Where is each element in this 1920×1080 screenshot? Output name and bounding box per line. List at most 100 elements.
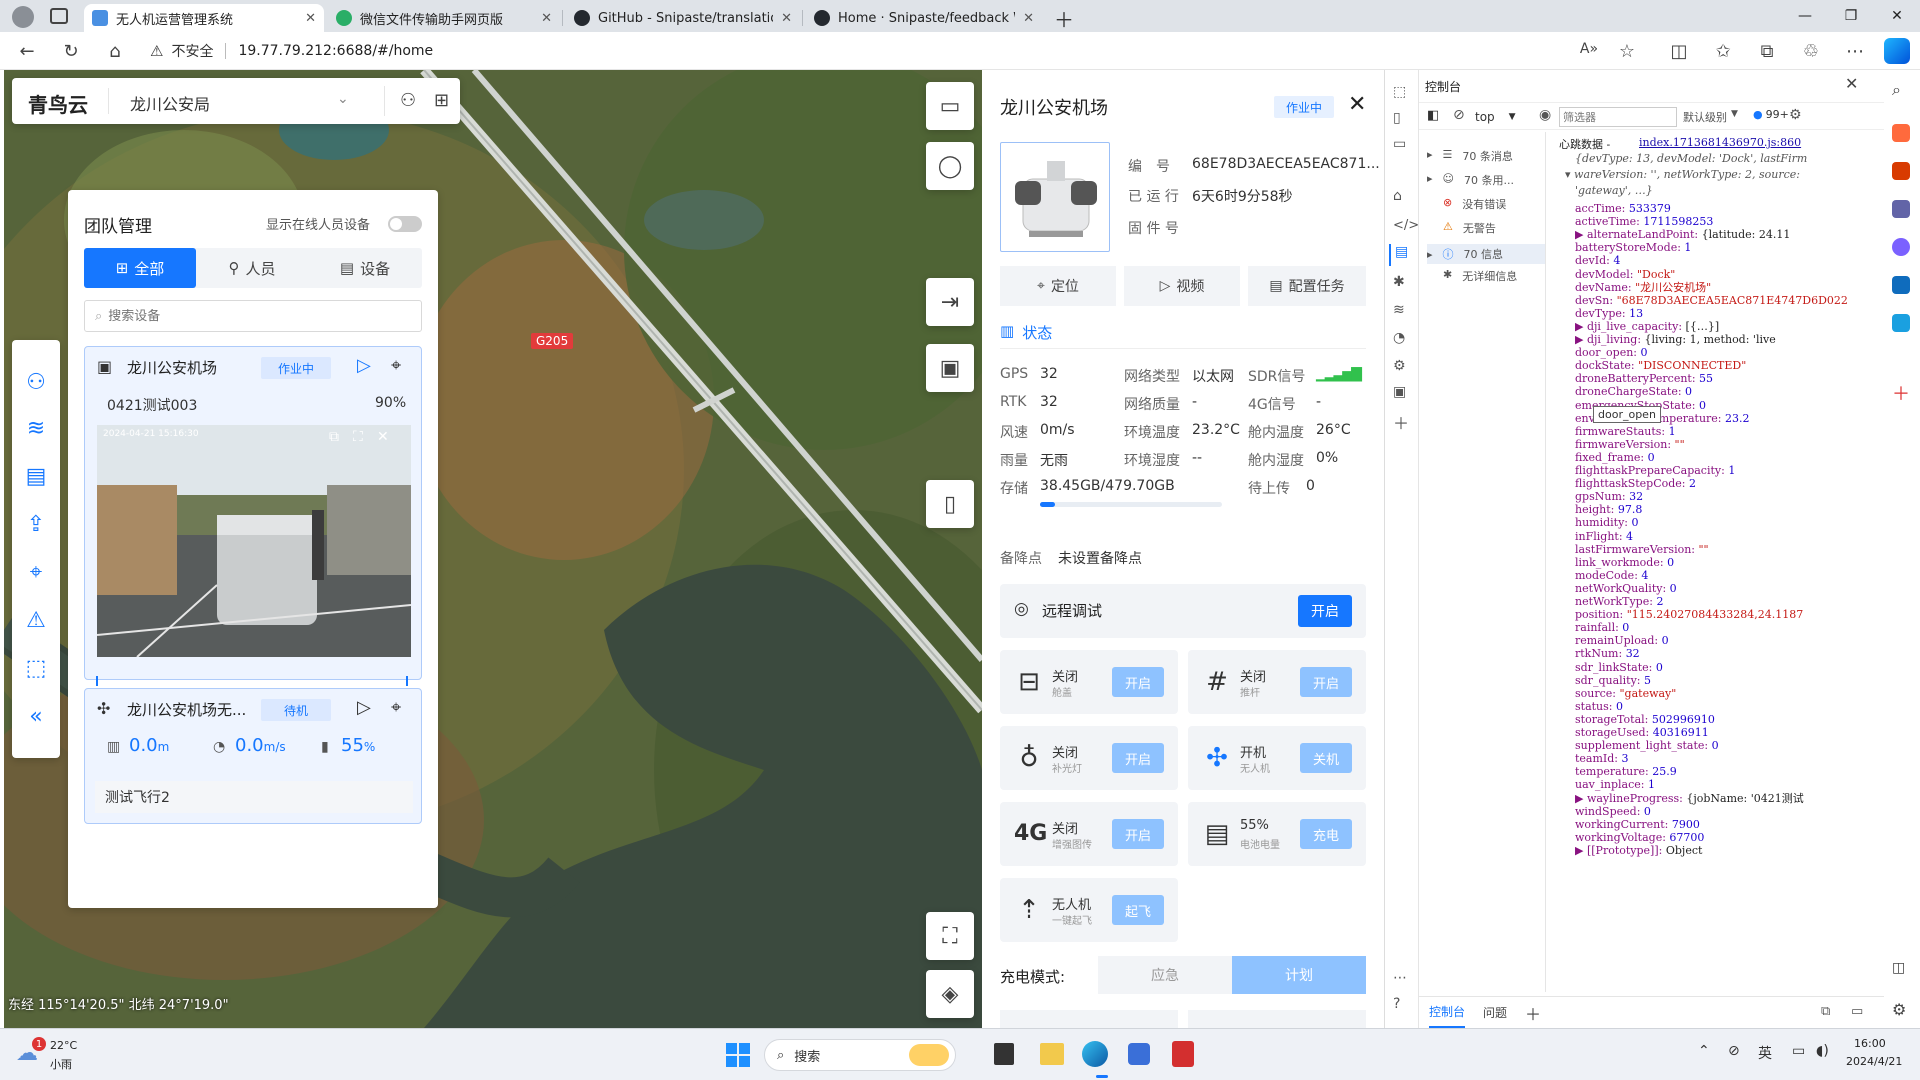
copilot-icon[interactable] xyxy=(1884,38,1910,64)
tab-github-translations[interactable]: GitHub - Snipaste/translations: Tr ✕ xyxy=(566,4,800,32)
telegram-icon[interactable] xyxy=(1892,314,1910,332)
favorites-icon[interactable]: ✩ xyxy=(1712,41,1734,62)
console-property-line[interactable]: windSpeed: 0 xyxy=(1575,805,1651,818)
video-button[interactable]: ▷ 视频 xyxy=(1124,266,1240,306)
collapse-icon[interactable]: « xyxy=(10,696,62,736)
sources-icon[interactable]: ✱ xyxy=(1393,274,1405,290)
remote-debug-button[interactable]: 开启 xyxy=(1298,595,1352,627)
apps-grid-icon[interactable]: ⊞ xyxy=(434,90,449,111)
clear-console-icon[interactable]: ⊘ xyxy=(1453,107,1465,123)
sidebar-route-icon[interactable]: ⬚ xyxy=(10,648,62,688)
close-video-icon[interactable]: ✕ xyxy=(377,429,389,445)
console-property-line[interactable]: fixed_frame: 0 xyxy=(1575,451,1655,464)
dock-side-icon[interactable]: ▭ xyxy=(1393,136,1406,152)
console-property-line[interactable]: accTime: 533379 xyxy=(1575,202,1671,215)
wps-icon[interactable] xyxy=(1172,1041,1194,1067)
console-filter-input[interactable] xyxy=(1559,107,1677,127)
console-property-line[interactable]: door_open: 0 xyxy=(1575,346,1648,359)
tab-people[interactable]: ⚲ 人员 xyxy=(196,248,308,288)
console-property-line[interactable]: batteryStoreMode: 1 xyxy=(1575,241,1691,254)
console-property-line[interactable]: workingVoltage: 67700 xyxy=(1575,831,1704,844)
close-tab-icon[interactable]: ✕ xyxy=(781,11,792,26)
profile-avatar[interactable] xyxy=(12,6,34,28)
dock-device-card[interactable]: ▣ 龙川公安机场 作业中 ▷ ⌖ 0421测试003 90% 2024-04-2… xyxy=(84,346,422,680)
tab-drone-system[interactable]: 无人机运营管理系统 ✕ xyxy=(84,4,324,32)
locate-pin-icon[interactable]: ⌖ xyxy=(391,355,401,376)
play-icon[interactable]: ▷ xyxy=(357,697,371,718)
copilot-sidebar-icon[interactable] xyxy=(1892,238,1910,256)
phone-button[interactable]: ▯ xyxy=(926,480,974,528)
sidebar-alarm-icon[interactable]: ⚠ xyxy=(10,600,62,640)
console-property-line[interactable]: ▶ dji_living: {living: 1, method: 'live xyxy=(1575,333,1776,346)
toolbox-icon[interactable] xyxy=(1892,162,1910,180)
show-online-toggle[interactable] xyxy=(388,216,422,232)
4g-open-button[interactable]: 开启 xyxy=(1112,819,1164,849)
console-property-line[interactable]: ▶ [[Prototype]]: Object xyxy=(1575,844,1702,857)
locate-button[interactable]: ⌖ 定位 xyxy=(1000,266,1116,306)
tab-wechat[interactable]: 微信文件传输助手网页版 ✕ xyxy=(328,4,560,32)
help-icon[interactable]: ? xyxy=(1393,996,1400,1012)
outlook-icon[interactable] xyxy=(1892,276,1910,294)
console-property-line[interactable]: storageUsed: 40316911 xyxy=(1575,726,1709,739)
welcome-icon[interactable]: ⌂ xyxy=(1393,188,1402,204)
more-tools-icon[interactable]: ＋ xyxy=(1393,410,1409,434)
sidebar-item-messages[interactable]: ▸ ☰ 70 条消息 xyxy=(1427,148,1513,164)
tray-chevron-icon[interactable]: ⌃ xyxy=(1698,1043,1710,1059)
sidebar-upload-icon[interactable]: ⇪ xyxy=(10,504,62,544)
console-property-line[interactable]: netWorkQuality: 0 xyxy=(1575,582,1677,595)
performance-icon[interactable]: ◔ xyxy=(1393,330,1405,346)
sidebar-item-info[interactable]: ▸ ⓘ 70 信息 xyxy=(1427,244,1545,264)
console-property-line[interactable]: position: "115.24027084433284,24.1187 xyxy=(1575,608,1803,621)
read-aloud-icon[interactable]: A» xyxy=(1578,41,1600,57)
sidebar-toggle-icon[interactable]: ◧ xyxy=(1427,108,1439,123)
console-property-line[interactable]: activeTime: 1711598253 xyxy=(1575,215,1713,228)
frame-button[interactable]: ⛶ xyxy=(926,912,974,960)
log-level-select[interactable]: 默认级别 ▼ xyxy=(1683,109,1738,125)
console-property-line[interactable]: droneChargeState: 0 xyxy=(1575,385,1692,398)
console-property-line[interactable]: teamId: 3 xyxy=(1575,752,1629,765)
volume-icon[interactable]: ◖) xyxy=(1816,1043,1829,1059)
close-panel-icon[interactable]: ✕ xyxy=(1348,92,1366,117)
console-property-line[interactable]: rainfall: 0 xyxy=(1575,621,1629,634)
console-property-line[interactable]: droneBatteryPercent: 55 xyxy=(1575,372,1713,385)
sidebar-location-icon[interactable]: ⌖ xyxy=(10,552,62,592)
sidebar-item-user-messages[interactable]: ▸ ☺ 70 条用... xyxy=(1427,172,1514,188)
close-tab-icon[interactable]: ✕ xyxy=(305,11,316,26)
console-property-line[interactable]: firmwareVersion: "" xyxy=(1575,438,1685,451)
url-field[interactable]: ⚠ 不安全 19.77.79.212:6688/#/home xyxy=(150,37,1610,65)
tab-actions-icon[interactable] xyxy=(50,8,68,24)
play-icon[interactable]: ▷ xyxy=(357,355,371,376)
log-source-link[interactable]: index.1713681436970.js:860 xyxy=(1639,136,1801,149)
console-property-line[interactable]: storageTotal: 502996910 xyxy=(1575,713,1715,726)
takeoff-button[interactable]: 起飞 xyxy=(1112,895,1164,925)
undock-icon[interactable]: ⧉ xyxy=(1821,1004,1830,1019)
console-property-line[interactable]: sdr_quality: 5 xyxy=(1575,674,1651,687)
fullscreen-icon[interactable]: ⛶ xyxy=(353,429,363,445)
collections-icon[interactable]: ⧉ xyxy=(1756,41,1778,62)
sidebar-schedule-icon[interactable]: ▤ xyxy=(10,456,62,496)
console-property-line[interactable]: workingCurrent: 7900 xyxy=(1575,818,1700,831)
issues-badge[interactable]: ● 99+ xyxy=(1753,108,1789,121)
device-toolbar-icon[interactable]: ▯ xyxy=(1393,110,1401,126)
file-explorer-icon[interactable] xyxy=(1040,1043,1064,1065)
home-icon[interactable]: ⌂ xyxy=(104,41,126,62)
ime-indicator[interactable]: 英 xyxy=(1758,1043,1772,1063)
elements-icon[interactable]: </> xyxy=(1393,218,1419,233)
console-property-line[interactable]: devModel: "Dock" xyxy=(1575,268,1675,281)
console-property-line[interactable]: ▶ alternateLandPoint: {latitude: 24.11 xyxy=(1575,228,1790,241)
favorite-star-icon[interactable]: ☆ xyxy=(1616,41,1638,62)
console-property-line[interactable]: temperature: 25.9 xyxy=(1575,765,1677,778)
console-property-line[interactable]: rtkNum: 32 xyxy=(1575,647,1640,660)
chevron-down-icon[interactable]: ⌄ xyxy=(337,91,349,107)
tab-github-wiki[interactable]: Home · Snipaste/feedback Wiki · ✕ xyxy=(806,4,1042,32)
pip-icon[interactable]: ⧉ xyxy=(329,429,339,445)
console-property-line[interactable]: ▶ dji_live_capacity: [{…}] xyxy=(1575,320,1719,333)
light-open-button[interactable]: 开启 xyxy=(1112,743,1164,773)
new-tab-icon[interactable]: ＋ xyxy=(1054,4,1074,33)
people-icon[interactable]: ⚇ xyxy=(400,90,416,111)
console-property-line[interactable]: link_workmode: 0 xyxy=(1575,556,1674,569)
games-icon[interactable] xyxy=(1892,200,1910,218)
start-button[interactable] xyxy=(726,1043,750,1067)
drawer-tab-issues[interactable]: 问题 xyxy=(1483,1004,1507,1021)
console-settings-icon[interactable]: ⚙ xyxy=(1789,107,1802,123)
